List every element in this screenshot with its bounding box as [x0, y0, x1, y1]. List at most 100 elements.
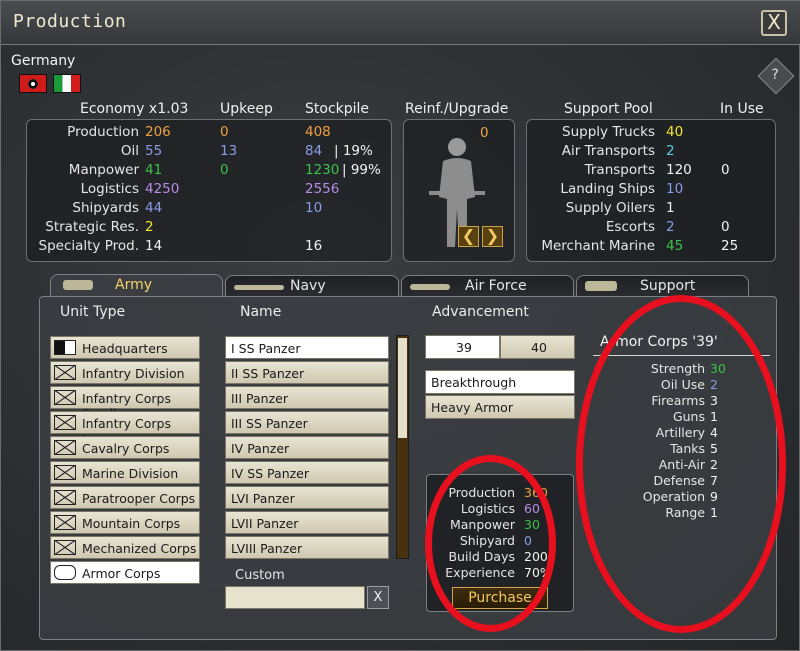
support-label: Supply Trucks: [562, 124, 655, 140]
spec-label: Tanks: [670, 441, 705, 456]
support-label: Transports: [584, 162, 655, 178]
unit-name-item[interactable]: LVIII Panzer: [225, 536, 389, 559]
unit-type-mountain-corps[interactable]: Mountain Corps: [50, 511, 200, 534]
tab-army-label: Army: [115, 277, 153, 293]
economy-value: 206: [145, 124, 171, 140]
spec-value: 2: [710, 377, 718, 392]
economy-label: Manpower: [68, 162, 139, 178]
spec-value: 1: [710, 505, 718, 520]
tab-support[interactable]: Support: [576, 275, 749, 297]
advancement-year-39[interactable]: 39: [425, 335, 500, 359]
stockpile-value: 408: [305, 124, 331, 140]
mechanized-icon: [54, 540, 76, 555]
help-button[interactable]: ?: [757, 57, 795, 95]
custom-name-input[interactable]: [225, 586, 365, 609]
spec-value: 30: [710, 361, 726, 376]
unit-name-item[interactable]: IV Panzer: [225, 436, 389, 459]
stockpile-value: 84: [305, 143, 323, 159]
spec-value: 7: [710, 473, 718, 488]
spec-label: Operation: [642, 489, 705, 504]
cost-label: Experience: [445, 565, 515, 580]
tab-navy-label: Navy: [290, 278, 326, 294]
unit-name-label: LVII Panzer: [231, 516, 299, 531]
unit-name-item[interactable]: IV SS Panzer: [225, 461, 389, 484]
unit-type-infantry-corps-small[interactable]: Infantry Corps Small: [50, 386, 200, 421]
upkeep-value: 13: [220, 143, 238, 159]
tab-support-label: Support: [640, 278, 696, 294]
unit-name-item[interactable]: III Panzer: [225, 386, 389, 409]
support-value: 40: [666, 124, 684, 140]
unit-name-label: IV Panzer: [231, 441, 290, 456]
unit-name-item[interactable]: LVI Panzer: [225, 486, 389, 509]
spec-divider: [593, 355, 770, 356]
unit-name-item[interactable]: I SS Panzer: [225, 336, 389, 359]
window-title: Production: [13, 11, 127, 32]
unit-type-infantry-corps-large[interactable]: Infantry Corps Large: [50, 411, 200, 446]
support-in-use: 0: [721, 162, 730, 178]
unit-name-item[interactable]: LVII Panzer: [225, 511, 389, 534]
close-button[interactable]: X: [761, 10, 787, 36]
tab-air-force-label: Air Force: [465, 278, 527, 294]
scrollbar-thumb[interactable]: [398, 338, 407, 438]
support-value: 120: [666, 162, 692, 178]
advancement-heavy-armor[interactable]: Heavy Armor: [425, 395, 575, 419]
spec-label: Firearms: [651, 393, 705, 408]
cost-value: 0: [524, 533, 532, 548]
spec-value: 9: [710, 489, 718, 504]
upkeep-value: 0: [220, 162, 229, 178]
previous-arrow-icon[interactable]: ❮: [458, 226, 479, 247]
cost-label: Logistics: [460, 501, 515, 516]
cost-label: Manpower: [449, 517, 515, 532]
unit-type-marine-division[interactable]: Marine Division: [50, 461, 200, 484]
armor-icon: [54, 565, 76, 580]
purchase-button[interactable]: Purchase: [452, 587, 548, 609]
support-pool-header: Support Pool: [564, 101, 653, 117]
stockpile-header: Stockpile: [305, 101, 370, 117]
unit-type-infantry-division[interactable]: Infantry Division: [50, 361, 200, 384]
support-value: 2: [666, 219, 675, 235]
spec-label: Range: [665, 505, 705, 520]
support-in-use: 0: [721, 219, 730, 235]
economy-label: Logistics: [80, 181, 139, 197]
support-value: 10: [666, 181, 684, 197]
truck-icon: [585, 281, 617, 291]
unit-type-cavalry-corps[interactable]: Cavalry Corps: [50, 436, 200, 459]
unit-type-armor-corps[interactable]: Armor Corps: [50, 561, 200, 584]
name-list-scrollbar[interactable]: [396, 335, 409, 559]
spec-label: Strength: [650, 361, 705, 376]
clear-custom-button[interactable]: X: [367, 586, 389, 609]
next-arrow-icon[interactable]: ❯: [482, 226, 503, 247]
cost-label: Shipyard: [459, 533, 515, 548]
unit-type-headquarters[interactable]: Headquarters: [50, 336, 200, 359]
unit-type-header: Unit Type: [60, 304, 126, 320]
germany-flag[interactable]: [19, 74, 47, 93]
unit-name-item[interactable]: II SS Panzer: [225, 361, 389, 384]
help-icon: ?: [771, 67, 779, 84]
spec-label: Guns: [672, 409, 705, 424]
unit-name-item[interactable]: III SS Panzer: [225, 411, 389, 434]
unit-type-mechanized-corps[interactable]: Mechanized Corps: [50, 536, 200, 559]
tab-army[interactable]: Army: [50, 274, 223, 298]
support-label: Merchant Marine: [541, 238, 655, 254]
advancement-year-40[interactable]: 40: [500, 335, 575, 359]
upkeep-value: 0: [220, 124, 229, 140]
tab-navy[interactable]: Navy: [225, 275, 399, 297]
year-39-label: 39: [456, 340, 472, 355]
spec-label: Artillery: [655, 425, 705, 440]
cost-label: Production: [448, 485, 515, 500]
unit-type-paratrooper-corps[interactable]: Paratrooper Corps: [50, 486, 200, 509]
country-name: Germany: [11, 53, 76, 69]
tank-icon: [63, 280, 93, 290]
spec-label: Anti-Air: [658, 457, 705, 472]
cost-value: 30: [524, 517, 540, 532]
advancement-breakthrough[interactable]: Breakthrough: [425, 370, 575, 394]
economy-value: 4250: [145, 181, 180, 197]
stockpile-value: 16: [305, 238, 323, 254]
cost-label: Build Days: [448, 549, 515, 564]
spec-value: 4: [710, 425, 718, 440]
spec-value: 3: [710, 393, 718, 408]
tab-air-force[interactable]: Air Force: [401, 275, 574, 297]
stockpile-value: 2556: [305, 181, 340, 197]
unit-name-label: LVI Panzer: [231, 491, 295, 506]
italy-flag[interactable]: [53, 74, 81, 93]
